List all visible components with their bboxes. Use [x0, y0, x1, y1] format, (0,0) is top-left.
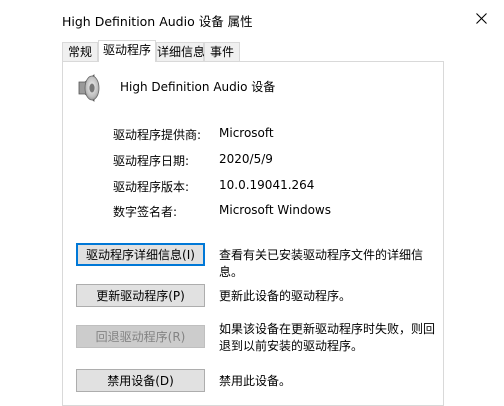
tab-label: 常规 — [67, 45, 92, 59]
tab-driver[interactable]: 驱动程序 — [98, 40, 156, 62]
update-driver-button[interactable]: 更新驱动程序(P) — [76, 284, 205, 307]
tab-events[interactable]: 事件 — [204, 42, 240, 61]
close-button[interactable] — [458, 0, 504, 36]
roll-back-driver-description: 如果该设备在更新驱动程序时失败，则回退到以前安装的驱动程序。 — [219, 322, 436, 353]
tab-label: 驱动程序 — [102, 43, 151, 57]
date-label: 驱动程序日期: — [113, 154, 190, 168]
driver-details-description: 查看有关已安装驱动程序文件的详细信息。 — [219, 248, 424, 279]
driver-details-button[interactable]: 驱动程序详细信息(I) — [76, 243, 205, 266]
close-icon — [475, 12, 487, 24]
version-value: 10.0.19041.264 — [219, 178, 315, 192]
tab-label: 事件 — [209, 45, 234, 59]
disable-device-button[interactable]: 禁用设备(D) — [76, 369, 205, 392]
title-bar: High Definition Audio 设备 属性 — [0, 0, 504, 36]
signer-value: Microsoft Windows — [219, 203, 331, 217]
update-driver-description: 更新此设备的驱动程序。 — [219, 289, 352, 303]
tab-details[interactable]: 详细信息 — [156, 42, 206, 61]
version-label: 驱动程序版本: — [113, 180, 190, 194]
disable-device-description: 禁用此设备。 — [219, 374, 292, 388]
tab-strip: 常规 驱动程序 详细信息 事件 — [62, 40, 462, 62]
roll-back-driver-button: 回退驱动程序(R) — [76, 325, 205, 348]
provider-label: 驱动程序提供商: — [113, 128, 202, 142]
window-title: High Definition Audio 设备 属性 — [62, 14, 253, 29]
device-name: High Definition Audio 设备 — [120, 80, 276, 94]
tab-general[interactable]: 常规 — [62, 42, 98, 61]
driver-panel: High Definition Audio 设备 驱动程序提供商: Micros… — [62, 61, 444, 406]
date-value: 2020/5/9 — [219, 152, 273, 166]
speaker-icon — [78, 74, 100, 102]
signer-label: 数字签名者: — [113, 205, 178, 219]
tab-label: 详细信息 — [157, 45, 206, 59]
provider-value: Microsoft — [219, 126, 274, 140]
